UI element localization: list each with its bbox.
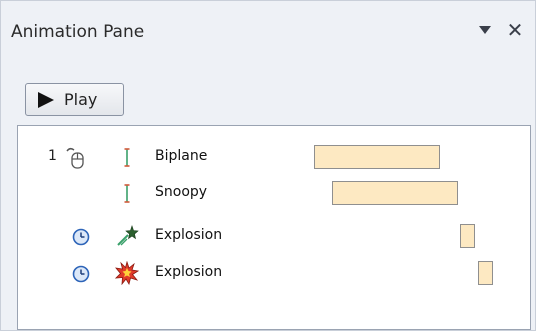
timeline-bar[interactable] <box>314 145 440 169</box>
animation-name: Explosion <box>155 227 223 243</box>
animation-name: Biplane <box>155 148 208 164</box>
timeline-bar[interactable] <box>332 181 458 205</box>
timeline-bar[interactable] <box>478 261 493 285</box>
animation-row-explosion-2[interactable]: Explosion <box>18 258 530 288</box>
explosion-red-icon <box>114 260 140 286</box>
clock-icon <box>72 265 90 283</box>
animation-row-biplane[interactable]: 1 Biplane <box>18 142 530 172</box>
play-icon <box>38 91 54 108</box>
pane-title: Animation Pane <box>11 22 145 42</box>
star-burst-green-icon <box>115 224 139 248</box>
entrance-line-icon <box>115 145 139 169</box>
pane-title-bar: Animation Pane ✕ <box>1 1 535 45</box>
close-icon[interactable]: ✕ <box>504 19 526 41</box>
animation-list: 1 Biplane Snoopy Explosion Explosion <box>17 125 531 330</box>
play-button[interactable]: Play <box>25 83 124 116</box>
animation-name: Explosion <box>155 264 223 280</box>
mouse-click-icon <box>64 146 86 170</box>
animation-name: Snoopy <box>155 184 208 200</box>
animation-order-number: 1 <box>48 148 57 164</box>
animation-pane: Animation Pane ✕ Play 1 Biplane Snoopy E… <box>0 0 536 331</box>
animation-row-snoopy[interactable]: Snoopy <box>18 178 530 208</box>
triangle-down-icon[interactable] <box>474 19 496 41</box>
entrance-line-icon <box>115 181 139 205</box>
play-button-label: Play <box>64 90 98 109</box>
animation-row-explosion-1[interactable]: Explosion <box>18 221 530 251</box>
timeline-bar[interactable] <box>460 224 475 248</box>
clock-icon <box>72 228 90 246</box>
